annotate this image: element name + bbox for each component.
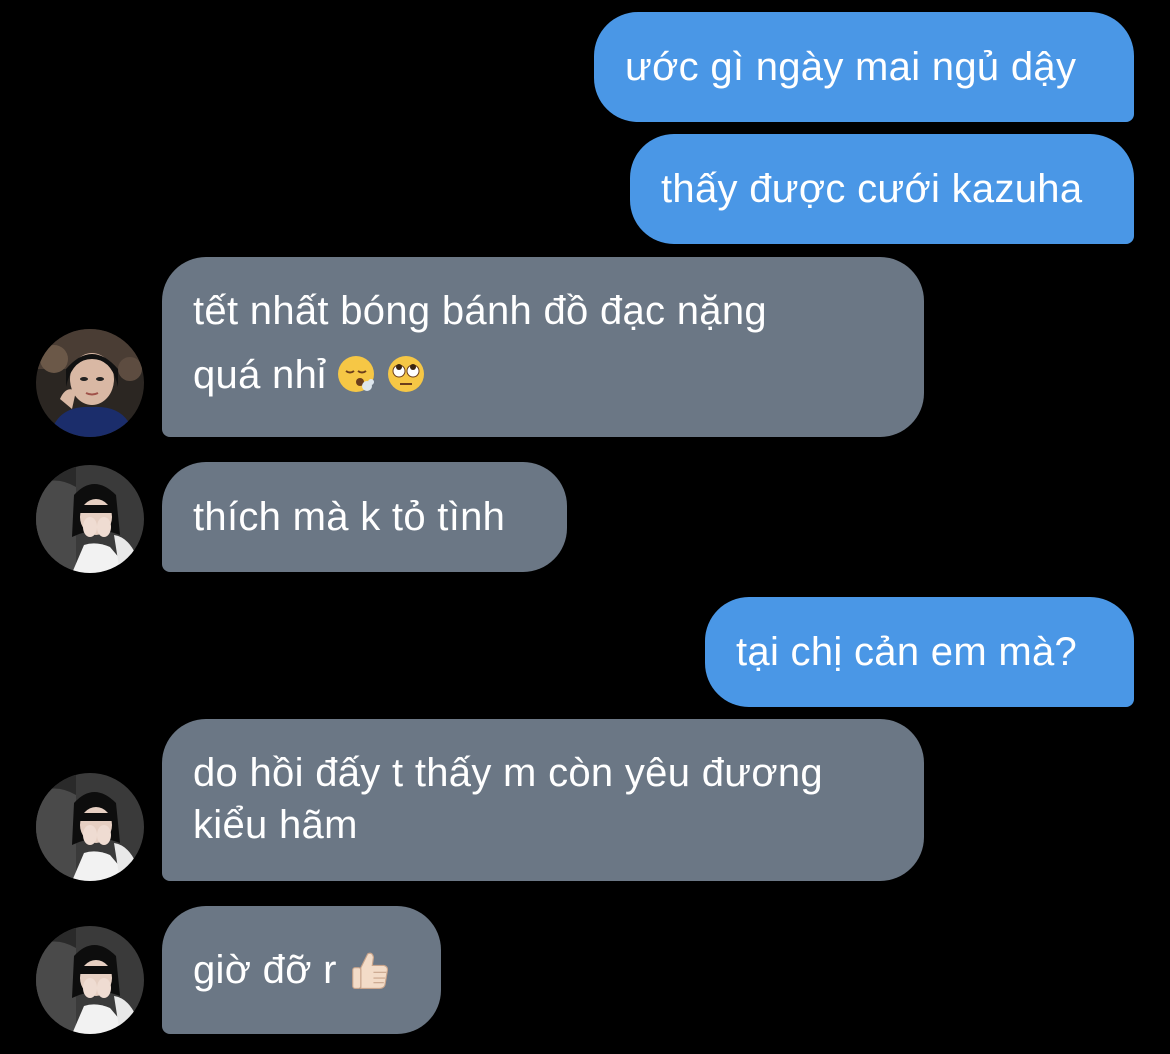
thumbs-up-icon: [347, 947, 393, 993]
avatar-covering-face-image: [36, 926, 144, 1034]
face-exhaling-icon: [336, 354, 376, 394]
avatar-covering-face-image: [36, 773, 144, 881]
message-text: ước gì ngày mai ngủ dậy: [625, 45, 1077, 89]
message-text-line: tết nhất bóng bánh đồ đạc nặng: [193, 289, 767, 333]
message-text: thích mà k tỏ tình: [193, 495, 506, 539]
message-text-line: kiểu hãm: [193, 803, 358, 847]
avatar[interactable]: [36, 329, 144, 437]
avatar-covering-face-image: [36, 465, 144, 573]
face-rolling-eyes-icon: [386, 354, 426, 394]
avatar[interactable]: [36, 773, 144, 881]
incoming-message-bubble[interactable]: tết nhất bóng bánh đồ đạc nặng quá nhỉ: [162, 257, 924, 437]
incoming-message-bubble[interactable]: thích mà k tỏ tình: [162, 462, 567, 572]
outgoing-message-bubble[interactable]: thấy được cưới kazuha: [630, 134, 1134, 244]
message-text-line: do hồi đấy t thấy m còn yêu đương: [193, 751, 823, 795]
incoming-message-bubble[interactable]: giờ đỡ r: [162, 906, 441, 1034]
avatar[interactable]: [36, 926, 144, 1034]
incoming-message-bubble[interactable]: do hồi đấy t thấy m còn yêu đương kiểu h…: [162, 719, 924, 881]
avatar-dark-outfit-image: [36, 329, 144, 437]
outgoing-message-bubble[interactable]: ước gì ngày mai ngủ dậy: [594, 12, 1134, 122]
message-text: thấy được cưới kazuha: [661, 167, 1083, 211]
outgoing-message-bubble[interactable]: tại chị cản em mà?: [705, 597, 1134, 707]
message-text: giờ đỡ r: [193, 948, 337, 992]
avatar[interactable]: [36, 465, 144, 573]
message-text: tại chị cản em mà?: [736, 630, 1078, 674]
message-text-line: quá nhỉ: [193, 353, 327, 397]
